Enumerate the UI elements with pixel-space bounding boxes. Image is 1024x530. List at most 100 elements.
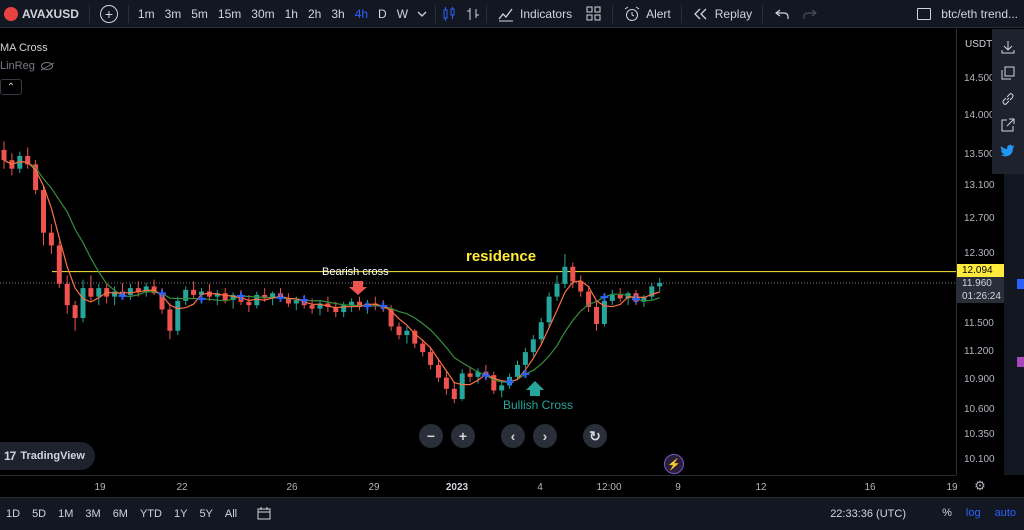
reset-chart-button[interactable]: ↻ — [583, 424, 607, 448]
time-tick: 12:00 — [596, 482, 622, 493]
candles-chart-type-icon[interactable] — [440, 5, 458, 23]
chart-settings-button[interactable]: ⚙ — [956, 475, 1004, 497]
zoom-in-button[interactable]: + — [451, 424, 475, 448]
timeframe-4h[interactable]: 4h — [350, 0, 373, 28]
candle-body — [191, 289, 197, 295]
candle-body — [554, 283, 560, 297]
time-axis[interactable]: 19 22 26 29 2023 4 12:00 9 12 16 19 — [0, 475, 958, 497]
timeframe-30m[interactable]: 30m — [246, 0, 279, 28]
candle-body — [546, 296, 552, 323]
toolbar-divider — [762, 4, 764, 23]
eye-hidden-icon[interactable] — [40, 62, 53, 70]
link-icon[interactable] — [998, 89, 1018, 109]
price-tick: 10.900 — [964, 374, 995, 385]
bullish-cross-label[interactable]: Bullish Cross — [503, 398, 573, 412]
alarm-clock-icon — [623, 5, 641, 23]
range-all[interactable]: All — [219, 508, 243, 520]
legend-ma-cross[interactable]: MA Cross — [0, 39, 53, 57]
scroll-right-button[interactable]: › — [533, 424, 557, 448]
legend-collapse-button[interactable]: ⌃ — [0, 79, 22, 95]
indicators-button[interactable]: Indicators — [491, 0, 578, 28]
candle-body — [562, 266, 568, 284]
time-tick: 26 — [286, 482, 298, 493]
range-1m[interactable]: 1M — [52, 508, 79, 520]
price-tick: 10.350 — [964, 429, 995, 440]
price-tick: 12.700 — [964, 213, 995, 224]
time-tick: 2023 — [445, 482, 469, 493]
timeframe-2h[interactable]: 2h — [303, 0, 326, 28]
range-ytd[interactable]: YTD — [134, 508, 168, 520]
auto-scale-toggle[interactable]: auto — [995, 507, 1016, 519]
candle-body — [467, 373, 473, 377]
candle-body — [183, 289, 189, 301]
chart-pane[interactable]: MA Cross LinReg ⌃ Bearish cross residenc… — [0, 29, 956, 475]
gear-icon: ⚙ — [974, 478, 986, 493]
candle-body — [88, 288, 94, 297]
bottom-toolbar: 1D 5D 1M 3M 6M YTD 1Y 5Y All 22:33:36 (UTC) % lo… — [0, 497, 1024, 530]
candle-body — [341, 305, 347, 313]
candle-body — [396, 326, 402, 336]
timeframe-1m[interactable]: 1m — [133, 0, 160, 28]
copy-icon[interactable] — [998, 63, 1018, 83]
redo-icon[interactable] — [801, 5, 819, 23]
toolbar-divider — [88, 4, 90, 23]
log-scale-toggle[interactable]: log — [966, 507, 981, 519]
timeframe-3m[interactable]: 3m — [160, 0, 187, 28]
candle-body — [657, 283, 663, 287]
timeframe-5m[interactable]: 5m — [186, 0, 213, 28]
compare-button[interactable]: + — [94, 0, 124, 28]
price-tick: 10.600 — [964, 404, 995, 415]
time-tick: 19 — [94, 482, 106, 493]
range-3m[interactable]: 3M — [79, 508, 106, 520]
toolbar-divider — [680, 4, 682, 23]
percent-scale-toggle[interactable]: % — [942, 507, 952, 519]
timeframe-3h[interactable]: 3h — [326, 0, 349, 28]
timeframe-1h[interactable]: 1h — [280, 0, 303, 28]
symbol-search[interactable]: AVAXUSD — [0, 0, 85, 28]
range-1d[interactable]: 1D — [0, 508, 26, 520]
time-tick: 16 — [864, 482, 876, 493]
price-tick: 10.100 — [964, 454, 995, 465]
residence-label[interactable]: residence — [466, 248, 536, 265]
candle-body — [167, 309, 173, 331]
layout-selector[interactable]: btc/eth trend... — [917, 3, 1018, 25]
range-6m[interactable]: 6M — [107, 508, 134, 520]
download-icon[interactable] — [998, 37, 1018, 57]
candle-body — [443, 377, 449, 389]
alert-button[interactable]: Alert — [617, 0, 677, 28]
range-1y[interactable]: 1Y — [168, 508, 193, 520]
candle-body — [522, 352, 528, 365]
bars-chart-type-icon[interactable] — [464, 5, 482, 23]
nav-gap — [483, 424, 493, 448]
toolbar-divider — [435, 4, 437, 23]
calendar-goto-icon[interactable] — [257, 506, 271, 523]
zoom-out-button[interactable]: − — [419, 424, 443, 448]
replay-button[interactable]: Replay — [686, 0, 758, 28]
undo-icon[interactable] — [773, 5, 791, 23]
timeframe-D[interactable]: D — [373, 0, 392, 28]
layout-name: btc/eth trend... — [941, 7, 1018, 21]
candle-body — [246, 301, 252, 306]
price-tick: 14.000 — [964, 110, 995, 121]
utc-clock[interactable]: 22:33:36 (UTC) — [830, 508, 906, 520]
timeframe-W[interactable]: W — [392, 0, 413, 28]
scroll-left-button[interactable]: ‹ — [501, 424, 525, 448]
tradingview-logo[interactable]: 17 TradingView — [0, 442, 95, 470]
twitter-icon[interactable] — [998, 141, 1018, 161]
bearish-cross-label[interactable]: Bearish cross — [322, 266, 389, 278]
candle-body — [451, 388, 457, 400]
lightning-icon[interactable]: ⚡ — [664, 454, 684, 474]
chevron-down-icon[interactable] — [413, 5, 431, 23]
indicators-label: Indicators — [520, 6, 573, 21]
candle-body — [1, 149, 7, 161]
price-tick: 13.100 — [964, 180, 995, 191]
range-5y[interactable]: 5Y — [193, 508, 218, 520]
legend-linreg[interactable]: LinReg — [0, 57, 53, 75]
currency-label[interactable]: USDT — [965, 39, 992, 50]
templates-grid-icon[interactable] — [584, 5, 602, 23]
price-tick: 14.500 — [964, 73, 995, 84]
range-5d[interactable]: 5D — [26, 508, 52, 520]
candle-body — [127, 288, 133, 295]
timeframe-15m[interactable]: 15m — [213, 0, 246, 28]
external-link-icon[interactable] — [998, 115, 1018, 135]
